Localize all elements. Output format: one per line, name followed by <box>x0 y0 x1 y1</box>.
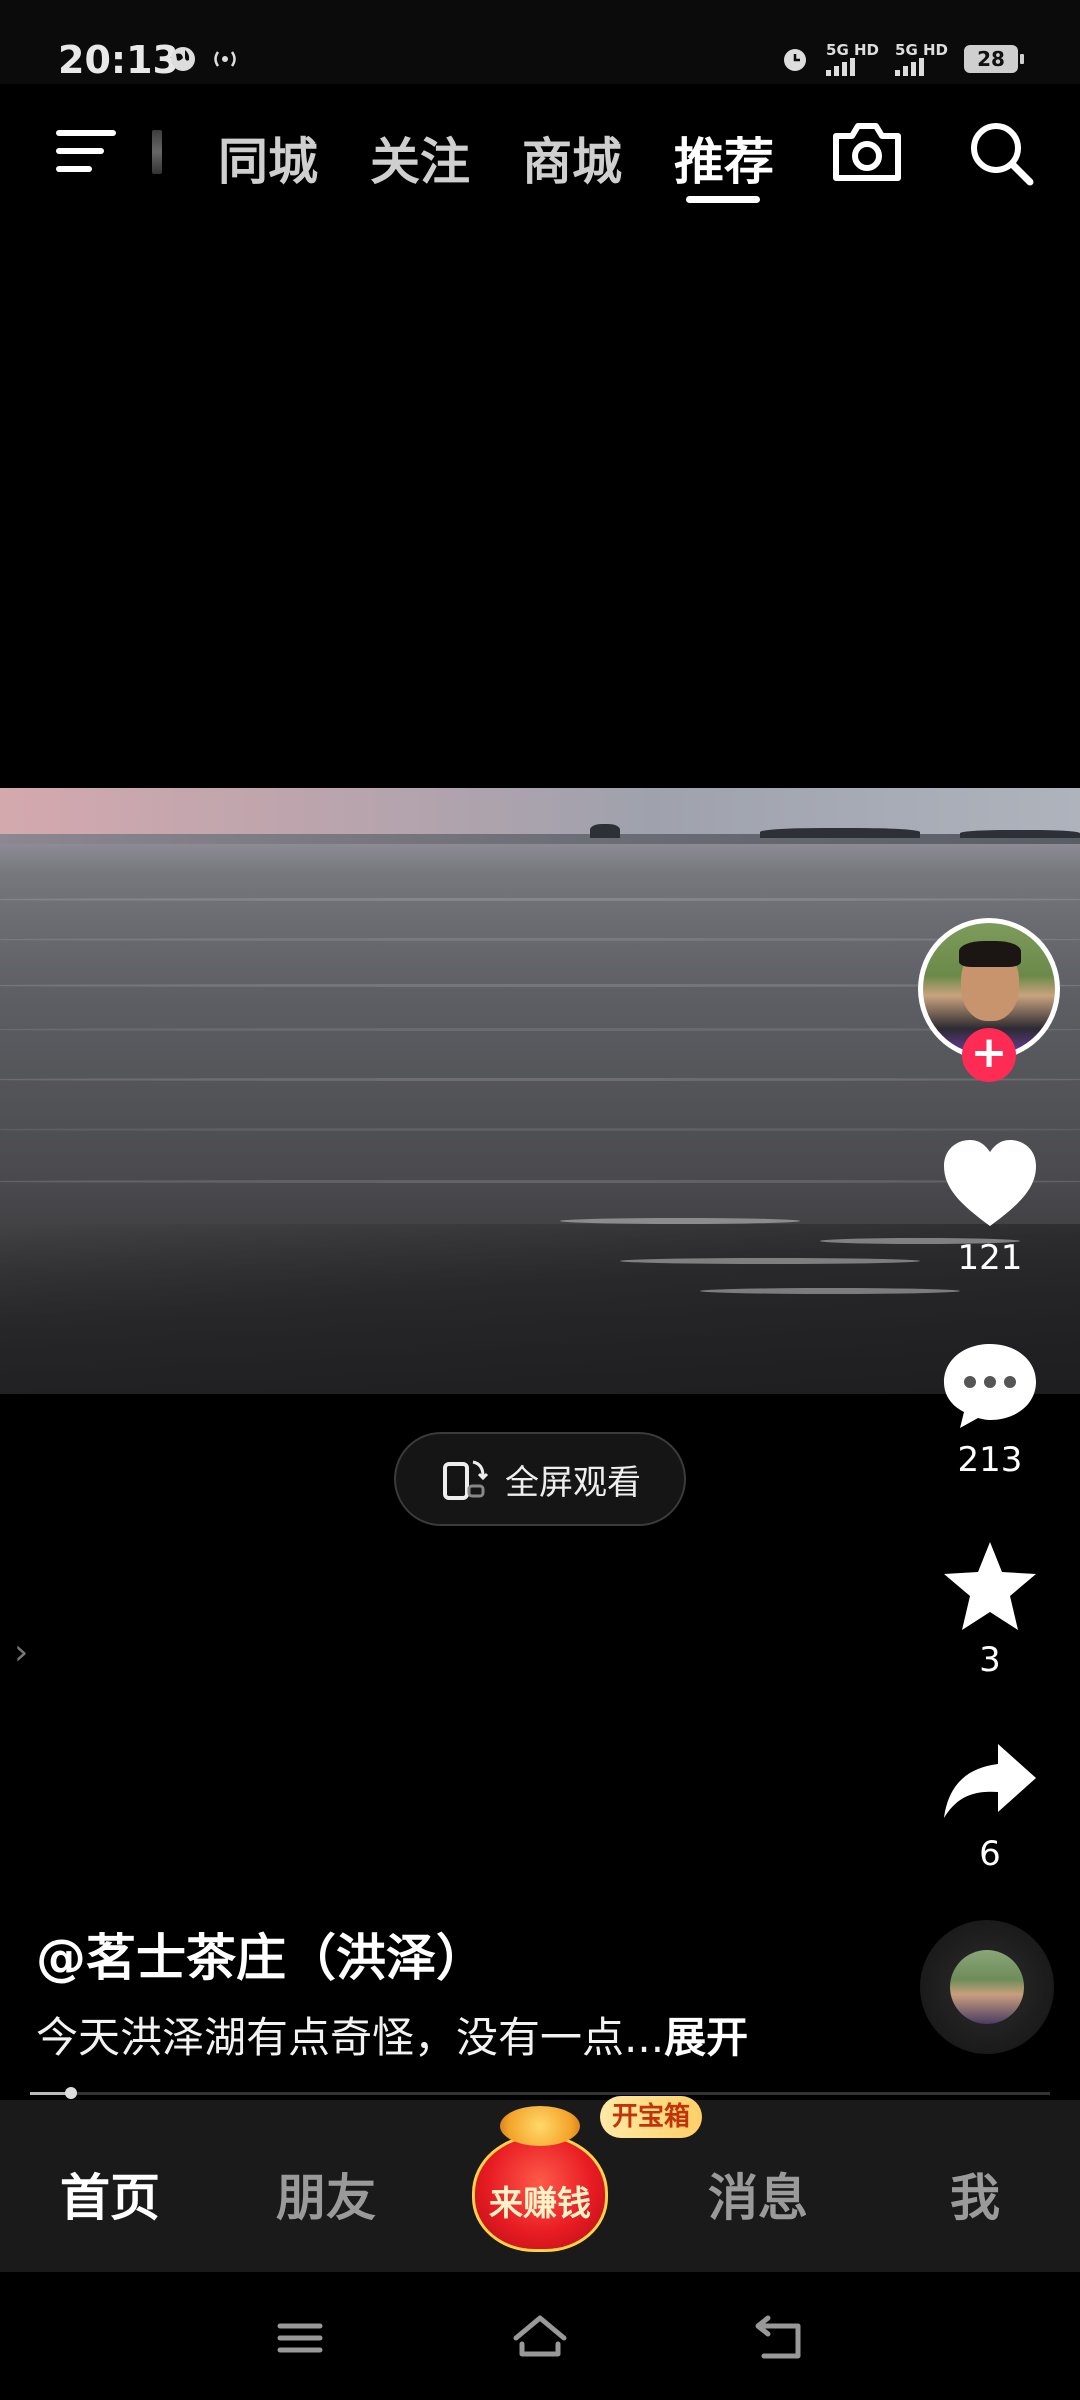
fullscreen-button[interactable]: 全屏观看 <box>394 1432 686 1526</box>
comment-action[interactable]: 213 <box>930 1340 1050 1480</box>
menu-icon[interactable] <box>56 128 116 174</box>
video-wave <box>0 898 1080 901</box>
post-description: 今天洪泽湖有点奇怪，没有一点...展开 <box>36 2004 748 2065</box>
video-progress-knob[interactable] <box>65 2087 77 2099</box>
author-name[interactable]: @茗士茶庄（洪泽） <box>36 1918 486 1990</box>
search-icon[interactable] <box>966 118 1036 188</box>
tab-me[interactable]: 我 <box>950 2158 1000 2230</box>
video-player[interactable] <box>0 788 1080 1394</box>
fullscreen-label: 全屏观看 <box>505 1462 641 1503</box>
top-nav: 同城 关注 商城 推荐 <box>0 100 1080 210</box>
follow-plus-icon[interactable]: + <box>962 1028 1016 1082</box>
recent-apps-icon[interactable] <box>270 2308 330 2368</box>
share-action[interactable]: 6 <box>930 1740 1050 1874</box>
status-bar: 20:13 5G HD 5G HD 28 <box>0 0 1080 84</box>
globe-icon <box>171 47 195 71</box>
earn-label: 来赚钱 <box>489 2184 591 2224</box>
music-disc-cover <box>950 1950 1024 2024</box>
video-island <box>590 824 620 838</box>
status-icons-right: 5G HD 5G HD 28 <box>780 42 1024 76</box>
comment-icon <box>944 1344 1036 1428</box>
tab-messages[interactable]: 消息 <box>708 2158 808 2230</box>
scroll-hint-mark <box>152 130 162 174</box>
star-icon <box>944 1542 1036 1630</box>
signal-2: 5G HD <box>895 42 948 76</box>
back-icon[interactable] <box>750 2308 810 2368</box>
comment-count: 213 <box>957 1440 1023 1480</box>
heart-icon <box>944 1140 1036 1226</box>
video-island <box>760 828 920 838</box>
video-shore <box>0 1224 1080 1394</box>
music-disc[interactable] <box>920 1920 1054 2054</box>
signal-2-label: 5G HD <box>895 41 948 59</box>
tab-home[interactable]: 首页 <box>60 2158 160 2230</box>
expand-link[interactable]: 展开 <box>664 2013 748 2062</box>
favorite-count: 3 <box>979 1640 1001 1680</box>
video-foam <box>620 1258 920 1264</box>
rotate-screen-icon <box>443 1460 489 1500</box>
share-count: 6 <box>979 1834 1001 1874</box>
video-wave <box>0 1078 1080 1081</box>
signal-1: 5G HD <box>826 42 879 76</box>
active-tab-indicator <box>686 196 760 203</box>
like-count: 121 <box>957 1238 1023 1278</box>
video-wave <box>0 938 1080 941</box>
alarm-icon <box>784 49 807 71</box>
favorite-action[interactable]: 3 <box>930 1540 1050 1680</box>
tab-mall[interactable]: 商城 <box>522 122 622 194</box>
tab-friends[interactable]: 朋友 <box>276 2158 376 2230</box>
like-action[interactable]: 121 <box>930 1138 1050 1278</box>
video-foam <box>700 1288 960 1294</box>
video-wave <box>0 1028 1080 1031</box>
battery-indicator: 28 <box>964 45 1024 73</box>
treasure-box-badge[interactable]: 开宝箱 <box>600 2096 703 2138</box>
share-icon <box>944 1744 1036 1818</box>
video-island <box>960 830 1080 838</box>
system-nav-bar <box>0 2272 1080 2400</box>
video-foam <box>560 1218 800 1224</box>
video-wave <box>0 1128 1080 1131</box>
post-description-text: 今天洪泽湖有点奇怪，没有一点... <box>36 2013 665 2062</box>
tab-recommend[interactable]: 推荐 <box>674 122 774 194</box>
side-panel-chevron-icon[interactable]: › <box>14 1632 28 1673</box>
signal-1-label: 5G HD <box>826 41 880 59</box>
status-time: 20:13 <box>58 38 179 82</box>
status-icons-left <box>170 46 240 72</box>
home-icon[interactable] <box>510 2308 570 2368</box>
tab-following[interactable]: 关注 <box>370 122 470 194</box>
video-wave <box>0 1180 1080 1183</box>
earn-money-button[interactable]: 来赚钱 <box>466 2092 614 2252</box>
tab-local[interactable]: 同城 <box>218 122 318 194</box>
hotspot-icon <box>214 51 236 67</box>
camera-icon[interactable] <box>830 118 904 184</box>
coin-knot-icon <box>500 2106 580 2146</box>
